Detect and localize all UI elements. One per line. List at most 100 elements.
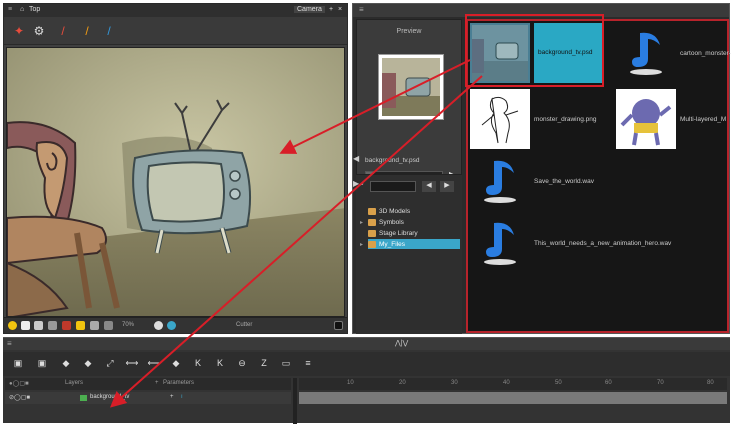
zoom-level[interactable]: 70% xyxy=(122,322,134,328)
color-swatch[interactable] xyxy=(334,321,343,330)
add-drawing-layer-icon[interactable]: ▣ xyxy=(11,356,25,370)
file-item-multi-layered[interactable]: Multi-layered_M xyxy=(616,89,726,149)
parameters-column-label: Parameters xyxy=(163,380,195,386)
reset-icon[interactable] xyxy=(104,321,113,330)
library-top-bar: ≡ xyxy=(353,4,729,17)
panel-menu-icon[interactable]: ≡ xyxy=(359,5,364,14)
layers-header: ●◯▢■ Layers + Parameters xyxy=(5,378,291,390)
warning-icon[interactable] xyxy=(76,321,85,330)
ruler-number: 50 xyxy=(555,380,562,386)
collapse-right-icon[interactable]: ▶ xyxy=(353,179,359,188)
collapse-left-icon[interactable]: ◀ xyxy=(353,154,359,163)
timeline-splitter[interactable] xyxy=(293,378,297,424)
frame-ruler[interactable]: 10 20 30 40 50 60 70 80 xyxy=(299,378,727,390)
transform-tool-icon[interactable]: ✦ xyxy=(12,24,26,38)
note-shadow xyxy=(630,69,662,75)
add-icon[interactable]: + xyxy=(155,380,159,386)
pencil-orange-icon[interactable]: / xyxy=(80,24,94,38)
folder-icon xyxy=(368,218,376,226)
pencil-red-icon[interactable]: / xyxy=(56,24,70,38)
onion-skin-icon[interactable] xyxy=(62,321,71,330)
file-thumbnail xyxy=(470,213,530,273)
tree-item-my-files[interactable]: ▸ My_Files xyxy=(360,239,460,249)
expand-arrow-icon[interactable]: ▸ xyxy=(360,241,363,248)
file-item-background-tv[interactable]: background_tv.psd xyxy=(470,23,604,83)
file-label: background_tv.psd xyxy=(534,23,604,83)
panel-menu-icon[interactable]: ≡ xyxy=(7,339,12,348)
remove-frame-icon[interactable]: K xyxy=(213,356,227,370)
close-icon[interactable]: × xyxy=(338,6,342,13)
file-item-animation-hero[interactable]: This_world_needs_a_new_animation_hero.wa… xyxy=(470,213,671,273)
frame-icon[interactable] xyxy=(34,321,43,330)
tree-item-stage-library[interactable]: Stage Library xyxy=(368,228,418,238)
ruler-number: 40 xyxy=(503,380,510,386)
layer-name[interactable]: background_tv xyxy=(90,394,129,400)
file-label: cartoon_monster-0 xyxy=(680,49,731,57)
more-icon[interactable]: ≡ xyxy=(301,356,315,370)
ruler-number: 60 xyxy=(605,380,612,386)
hand-icon[interactable] xyxy=(21,321,30,330)
parameter-value[interactable]: ı xyxy=(181,394,183,400)
preview-title: Preview xyxy=(396,28,422,35)
expand-arrow-icon[interactable]: ▸ xyxy=(360,219,363,226)
panel-menu-icon[interactable]: ≡ xyxy=(8,6,12,13)
file-item-monster-drawing[interactable]: monster_drawing.png xyxy=(470,89,597,149)
collapse-up-icon[interactable]: ⋀|⋁ xyxy=(395,339,408,347)
image-thumbnail xyxy=(618,91,674,147)
file-item-cartoon-monster[interactable]: cartoon_monster-0 xyxy=(616,23,731,83)
gear-icon[interactable]: ⚙ xyxy=(32,24,46,38)
layer-toggles-icon[interactable]: ●◯▢■ xyxy=(9,380,29,387)
film-icon[interactable]: ▭ xyxy=(279,356,293,370)
camera-tab-bar: ≡ ⌂ Top Camera + × xyxy=(4,4,347,17)
home-icon[interactable]: ⌂ xyxy=(20,6,24,13)
file-item-save-the-world[interactable]: Save_the_world.wav xyxy=(470,151,594,211)
status-label: Cutter xyxy=(236,322,253,328)
add-layer-icon[interactable]: ▣ xyxy=(35,356,49,370)
next-keyframe-icon[interactable]: ◆ xyxy=(169,356,183,370)
search-icon[interactable]: ⌕ xyxy=(360,181,364,189)
file-label: This_world_needs_a_new_animation_hero.wa… xyxy=(534,239,672,247)
keyframe-icon[interactable]: ◆ xyxy=(59,356,73,370)
tree-item-symbols[interactable]: ▸ Symbols xyxy=(360,217,404,227)
stop-motion-icon[interactable]: ⟷ xyxy=(125,356,139,370)
tab-camera[interactable]: Camera xyxy=(294,6,325,13)
tree-toolbar: ⌕ ◀ ▶ xyxy=(356,179,462,195)
folder-icon xyxy=(368,229,376,237)
ruler-number: 20 xyxy=(399,380,406,386)
file-thumbnail xyxy=(470,151,530,211)
ruler-number: 70 xyxy=(657,380,664,386)
music-note-icon xyxy=(480,219,520,267)
flatten-icon[interactable]: Z xyxy=(257,356,271,370)
tab-top[interactable]: Top xyxy=(29,6,40,13)
file-thumbnail xyxy=(616,23,676,83)
prev-keyframe-icon[interactable]: ⟵ xyxy=(147,356,161,370)
music-note-icon xyxy=(626,29,666,77)
camera-status-bar: 70% Cutter xyxy=(4,317,347,333)
motion-icon[interactable]: ⤢ xyxy=(103,356,117,370)
insert-frame-icon[interactable]: K xyxy=(191,356,205,370)
preview-icon[interactable] xyxy=(167,321,176,330)
file-label: monster_drawing.png xyxy=(534,115,597,123)
add-icon[interactable]: + xyxy=(170,394,174,400)
safe-area-icon[interactable] xyxy=(48,321,57,330)
layer-row[interactable]: ⊘◯▢■ background_tv + ı xyxy=(5,392,291,404)
frame-track[interactable] xyxy=(299,392,727,404)
tree-item-3d-models[interactable]: 3D Models xyxy=(368,206,410,216)
back-icon[interactable]: ◀ xyxy=(422,181,436,192)
layer-toggles-icon[interactable]: ⊘◯▢■ xyxy=(9,394,30,401)
render-icon[interactable] xyxy=(154,321,163,330)
onion-skin-icon[interactable]: ⊖ xyxy=(235,356,249,370)
add-keyframe-icon[interactable]: ◆ xyxy=(81,356,95,370)
add-view-icon[interactable]: + xyxy=(329,6,333,13)
forward-icon[interactable]: ▶ xyxy=(440,181,454,192)
pencil-blue-icon[interactable]: / xyxy=(102,24,116,38)
camera-viewport[interactable] xyxy=(6,47,345,317)
timeline-toolbar: ▣ ▣ ◆ ◆ ⤢ ⟷ ⟵ ◆ K K ⊖ Z ▭ ≡ xyxy=(3,352,730,376)
music-note-icon xyxy=(480,157,520,205)
note-shadow xyxy=(484,197,516,203)
search-input[interactable] xyxy=(370,181,416,192)
rotate-icon[interactable] xyxy=(90,321,99,330)
tree-item-label: Symbols xyxy=(379,218,404,226)
light-icon[interactable] xyxy=(8,321,17,330)
file-thumbnail xyxy=(470,23,530,83)
